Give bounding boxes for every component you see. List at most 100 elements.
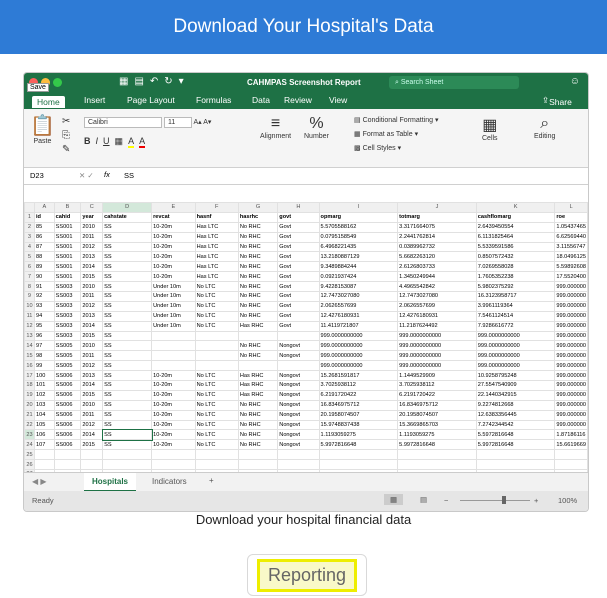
table-cell[interactable]: 5.5705588162 — [318, 221, 399, 233]
table-cell[interactable]: Has LTC — [194, 221, 239, 233]
table-cell[interactable]: SS — [102, 271, 153, 283]
format-as-table-button[interactable]: ▦ Format as Table ▾ — [354, 128, 438, 142]
table-cell[interactable]: Nongovt — [277, 340, 320, 352]
row-number[interactable]: 1 — [24, 211, 35, 223]
table-cell[interactable]: SS — [102, 251, 153, 263]
table-cell[interactable]: 0.0921937424 — [318, 271, 399, 283]
zoom-out-button[interactable]: − — [444, 496, 448, 505]
font-name-select[interactable]: Calibri — [84, 117, 162, 128]
table-cell[interactable]: 85 — [33, 221, 55, 233]
table-cell[interactable] — [151, 340, 196, 352]
tab-page-layout[interactable]: Page Layout — [127, 95, 175, 105]
table-cell[interactable]: 91 — [33, 281, 55, 293]
table-cell[interactable]: 2015 — [80, 271, 104, 283]
table-cell[interactable]: 999.000000 — [554, 360, 588, 372]
table-cell[interactable]: No LTC — [194, 380, 239, 391]
table-cell[interactable]: 99 — [33, 360, 55, 372]
table-cell[interactable] — [554, 449, 588, 461]
table-cell[interactable]: SS003 — [53, 291, 82, 302]
zoom-slider[interactable] — [460, 500, 530, 501]
table-cell[interactable]: Has LTC — [194, 251, 239, 263]
column-header[interactable]: E — [151, 202, 196, 213]
tab-data[interactable]: Data — [252, 95, 270, 105]
table-cell[interactable]: 999.000000 — [554, 291, 588, 302]
table-cell[interactable]: No LTC — [194, 310, 239, 322]
table-cell[interactable]: 92 — [33, 291, 55, 302]
table-cell[interactable]: 22.1440342915 — [475, 389, 556, 401]
row-number[interactable]: 2 — [24, 221, 35, 233]
table-cell[interactable]: SS005 — [53, 340, 82, 352]
table-cell[interactable]: 2014 — [80, 320, 104, 332]
table-cell[interactable]: 7.0269558028 — [475, 261, 556, 273]
table-cell[interactable]: cahid — [53, 211, 82, 223]
table-cell[interactable]: revcat — [151, 211, 196, 223]
table-cell[interactable]: cahstate — [102, 211, 153, 223]
table-cell[interactable]: 98 — [33, 350, 55, 362]
table-cell[interactable]: 2015 — [80, 389, 104, 401]
table-cell[interactable]: 2014 — [80, 261, 104, 273]
table-cell[interactable]: 999.000000 — [554, 399, 588, 411]
table-cell[interactable] — [194, 350, 239, 362]
column-header[interactable]: H — [277, 202, 320, 213]
table-cell[interactable]: Has LTC — [194, 261, 239, 273]
table-cell[interactable] — [397, 449, 477, 461]
table-cell[interactable]: 17.5520400 — [554, 271, 588, 283]
table-cell[interactable]: No LTC — [194, 409, 239, 421]
row-number[interactable]: 15 — [24, 350, 35, 362]
table-cell[interactable]: SS006 — [53, 419, 82, 431]
table-cell[interactable]: SS006 — [53, 380, 82, 391]
table-cell[interactable]: 27.5547540909 — [475, 380, 556, 391]
font-size-select[interactable]: 11 — [163, 117, 192, 128]
table-cell[interactable]: Has LTC — [194, 241, 239, 253]
table-cell[interactable]: Govt — [277, 241, 320, 253]
table-cell[interactable]: 16.8346975712 — [318, 399, 399, 411]
table-cell[interactable] — [277, 360, 320, 372]
table-cell[interactable]: 10-20m — [151, 251, 196, 263]
table-cell[interactable] — [277, 459, 320, 471]
table-cell[interactable]: 15.2681591817 — [318, 370, 399, 382]
table-cell[interactable]: No RHC — [237, 291, 279, 302]
column-header[interactable]: F — [194, 202, 239, 213]
tab-view[interactable]: View — [329, 95, 347, 105]
row-number[interactable]: 14 — [24, 340, 35, 352]
table-cell[interactable]: SS006 — [53, 389, 82, 401]
font-grow-icon[interactable]: A▴ A▾ — [194, 119, 212, 126]
table-cell[interactable]: SS005 — [53, 350, 82, 362]
table-cell[interactable]: SS001 — [53, 271, 82, 283]
row-number[interactable]: 25 — [24, 449, 35, 461]
table-cell[interactable]: 999.000000 — [554, 330, 588, 342]
row-number[interactable]: 9 — [24, 291, 35, 302]
table-cell[interactable] — [194, 340, 239, 352]
table-cell[interactable]: 2010 — [80, 281, 104, 293]
table-cell[interactable]: Nongovt — [277, 389, 320, 401]
table-cell[interactable]: 10-20m — [151, 439, 196, 451]
table-cell[interactable]: 999.000000 — [554, 320, 588, 332]
column-header[interactable]: B — [53, 202, 82, 213]
table-cell[interactable]: 10-20m — [151, 380, 196, 391]
table-cell[interactable]: No LTC — [194, 419, 239, 431]
table-cell[interactable]: 10-20m — [151, 271, 196, 283]
table-cell[interactable]: 16.3123958717 — [475, 291, 556, 302]
table-cell[interactable] — [33, 459, 55, 471]
spreadsheet-grid[interactable]: ABCDEFGHIJKL 1 id cahid year cahstate revcat h… — [24, 202, 588, 472]
table-cell[interactable]: No RHC — [237, 221, 279, 233]
table-cell[interactable]: 10-20m — [151, 429, 196, 441]
table-cell[interactable]: No RHC — [237, 271, 279, 283]
table-cell[interactable]: SS — [102, 389, 153, 401]
table-cell[interactable]: 20.1958074507 — [318, 409, 399, 421]
table-cell[interactable]: 5.9972816648 — [475, 439, 556, 451]
table-cell[interactable]: 5.59892608 — [554, 261, 588, 273]
table-cell[interactable]: SS — [102, 231, 153, 243]
sheet-tab-indicators[interactable]: Indicators — [152, 477, 187, 486]
table-cell[interactable]: SS006 — [53, 429, 82, 441]
table-cell[interactable]: 2012 — [80, 419, 104, 431]
table-cell[interactable]: SS — [102, 320, 153, 332]
table-cell[interactable]: 15.3669865703 — [397, 419, 477, 431]
table-cell[interactable] — [53, 459, 82, 471]
table-cell[interactable]: 6.4968221435 — [318, 241, 399, 253]
table-cell[interactable] — [237, 330, 279, 342]
row-number[interactable]: 7 — [24, 271, 35, 283]
table-cell[interactable]: 1.7605352238 — [475, 271, 556, 283]
column-header[interactable]: C — [80, 202, 104, 213]
table-cell[interactable]: SS — [102, 409, 153, 421]
